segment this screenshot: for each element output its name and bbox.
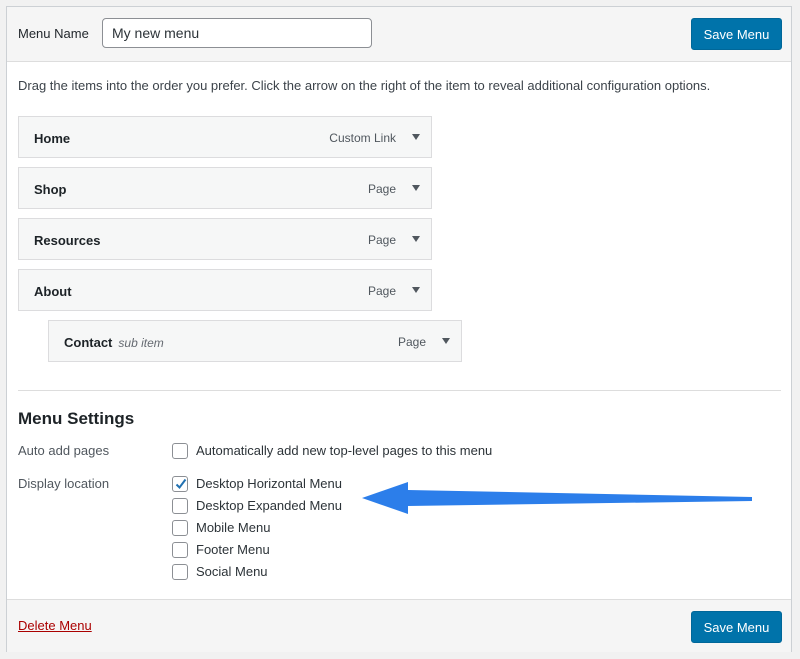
- menu-name-input[interactable]: [102, 18, 372, 48]
- auto-add-option-label[interactable]: Automatically add new top-level pages to…: [196, 443, 492, 458]
- location-desktop-expanded-checkbox[interactable]: [172, 498, 188, 514]
- annotation-arrow-icon: [362, 482, 752, 514]
- expand-arrow-icon[interactable]: [412, 287, 420, 293]
- location-mobile-checkbox[interactable]: [172, 520, 188, 536]
- menu-item-about[interactable]: About Page: [18, 269, 432, 311]
- menu-edit-panel: Menu Name Save Menu Drag the items into …: [6, 6, 792, 652]
- menu-item-type: Page: [367, 284, 396, 298]
- menu-item-title: Contact sub item: [64, 335, 164, 350]
- menu-item-type: Page: [397, 335, 426, 349]
- menu-item-title: Home: [34, 131, 71, 146]
- location-option-label[interactable]: Desktop Horizontal Menu: [196, 476, 342, 491]
- menu-name-label: Menu Name: [18, 26, 89, 41]
- expand-arrow-icon[interactable]: [412, 185, 420, 191]
- expand-arrow-icon[interactable]: [412, 236, 420, 242]
- location-social-checkbox[interactable]: [172, 564, 188, 580]
- expand-arrow-icon[interactable]: [442, 338, 450, 344]
- menu-header: Menu Name Save Menu: [7, 7, 791, 62]
- location-footer-checkbox[interactable]: [172, 542, 188, 558]
- menu-footer: [7, 599, 791, 652]
- menu-item-home[interactable]: Home Custom Link: [18, 116, 432, 158]
- auto-add-checkbox[interactable]: [172, 443, 188, 459]
- save-menu-button-top[interactable]: Save Menu: [691, 18, 782, 50]
- sub-item-label: sub item: [118, 336, 164, 350]
- location-desktop-horizontal-checkbox[interactable]: [172, 476, 188, 492]
- display-location-label: Display location: [18, 476, 110, 491]
- menu-item-title: Resources: [34, 233, 101, 248]
- menu-item-title-text: Contact: [64, 335, 113, 350]
- auto-add-pages-label: Auto add pages: [18, 443, 110, 458]
- location-option-label[interactable]: Footer Menu: [196, 542, 270, 557]
- expand-arrow-icon[interactable]: [412, 134, 420, 140]
- menu-item-type: Page: [367, 182, 396, 196]
- menu-item-resources[interactable]: Resources Page: [18, 218, 432, 260]
- menu-item-type: Page: [367, 233, 396, 247]
- settings-divider: [18, 390, 781, 391]
- menu-settings-title: Menu Settings: [18, 409, 135, 428]
- menu-item-type: Custom Link: [329, 131, 396, 145]
- drag-instructions: Drag the items into the order you prefer…: [18, 78, 711, 93]
- menu-item-title: Shop: [34, 182, 67, 197]
- menu-item-shop[interactable]: Shop Page: [18, 167, 432, 209]
- save-menu-button-bottom[interactable]: Save Menu: [691, 611, 782, 643]
- delete-menu-link[interactable]: Delete Menu: [18, 618, 92, 633]
- menu-item-contact[interactable]: Contact sub item Page: [48, 320, 462, 362]
- location-option-label[interactable]: Mobile Menu: [196, 520, 270, 535]
- location-option-label[interactable]: Desktop Expanded Menu: [196, 498, 342, 513]
- menu-item-title: About: [34, 284, 72, 299]
- location-option-label[interactable]: Social Menu: [196, 564, 268, 579]
- checkmark-icon: [175, 478, 187, 490]
